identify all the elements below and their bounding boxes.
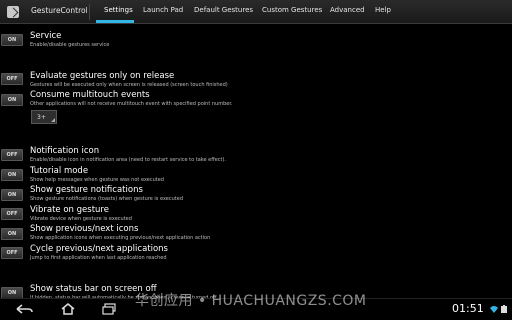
tab-help[interactable]: Help [375,6,391,14]
gesture-notifications-toggle[interactable]: ON [1,189,23,201]
home-icon[interactable] [58,303,78,315]
evaluate-on-release-toggle[interactable]: OFF [1,73,23,85]
app-title: GestureControl [31,6,88,15]
setting-subtitle-service: Enable/disable gestures service [30,42,110,48]
setting-subtitle-vibrate: Vibrate device when gesture is executed [30,216,132,222]
notification-icon-toggle[interactable]: OFF [1,149,23,161]
status-clock: 01:51 [452,302,484,315]
tab-settings[interactable]: Settings [104,6,133,14]
back-icon[interactable] [14,303,34,315]
setting-title-cycle-applications: Cycle previous/next applications [30,244,168,254]
active-tab-indicator [96,20,134,23]
watermark: 华创应用 • HUACHUANGZS.COM [135,293,367,309]
tab-default-gestures[interactable]: Default Gestures [194,6,253,14]
multitouch-points-spinner[interactable]: 3+ [31,110,57,124]
setting-title-consume-multitouch: Consume multitouch events [30,90,150,100]
consume-multitouch-toggle[interactable]: ON [1,94,23,106]
previous-next-icons-toggle[interactable]: ON [1,228,23,240]
setting-title-tutorial-mode: Tutorial mode [30,166,89,176]
setting-title-vibrate: Vibrate on gesture [30,205,109,215]
setting-subtitle-notification-icon: Enable/disable icon in notification area… [30,157,226,163]
action-bar: GestureControl Settings Launch Pad Defau… [0,0,512,24]
cycle-applications-toggle[interactable]: OFF [1,247,23,259]
setting-title-evaluate-on-release: Evaluate gestures only on release [30,71,175,81]
setting-subtitle-consume-multitouch: Other applications will not receive mult… [30,101,233,107]
setting-subtitle-gesture-notifications: Show gesture notifications (toasts) when… [30,196,184,202]
setting-subtitle-cycle-applications: Jump to first application when last appl… [30,255,167,261]
recent-apps-icon[interactable] [100,303,120,315]
gesture-control-app-icon[interactable] [7,6,19,18]
setting-title-notification-icon: Notification icon [30,146,100,156]
setting-subtitle-evaluate-on-release: Gestures will be executed only when scre… [30,82,228,88]
setting-subtitle-tutorial-mode: Show help messages when gesture was not … [30,177,164,183]
setting-title-previous-next-icons: Show previous/next icons [30,224,139,234]
tab-advanced[interactable]: Advanced [330,6,365,14]
title-divider [89,4,90,20]
tab-launch-pad[interactable]: Launch Pad [143,6,183,14]
tab-custom-gestures[interactable]: Custom Gestures [262,6,322,14]
service-toggle[interactable]: ON [1,34,23,46]
setting-title-gesture-notifications: Show gesture notifications [30,185,143,195]
battery-icon [501,305,507,313]
wifi-icon [490,306,498,313]
tutorial-mode-toggle[interactable]: ON [1,169,23,181]
setting-subtitle-previous-next-icons: Show application icons when executing pr… [30,235,211,241]
vibrate-toggle[interactable]: OFF [1,208,23,220]
setting-title-service: Service [30,31,62,41]
